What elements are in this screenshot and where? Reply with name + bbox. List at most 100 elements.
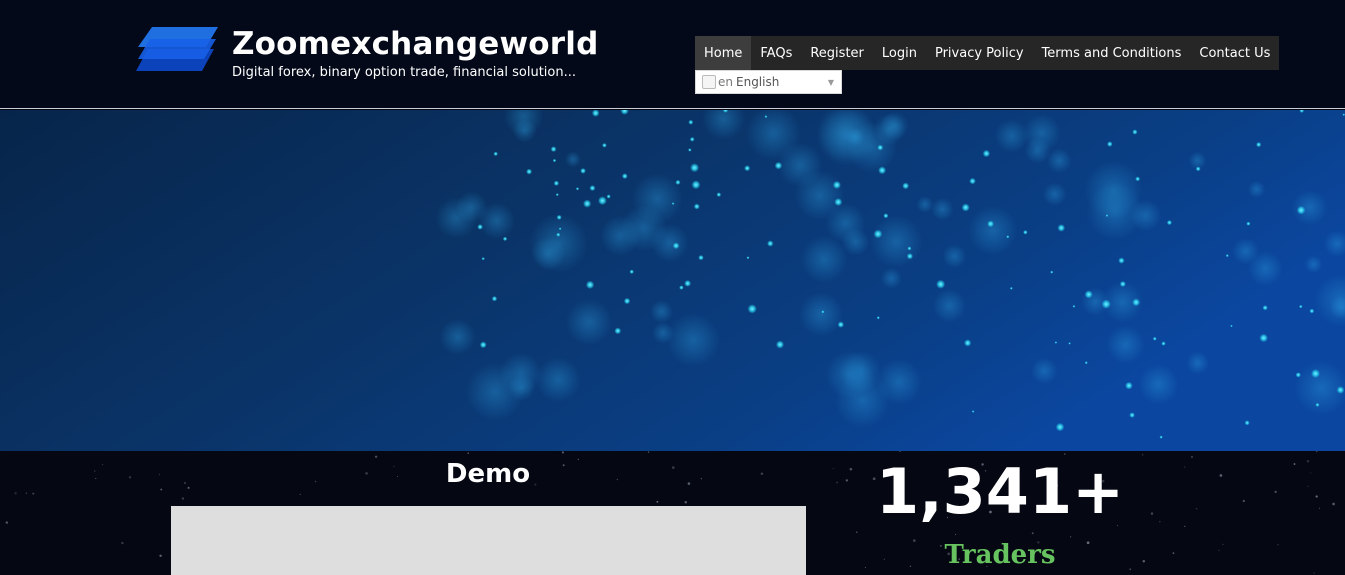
bokeh-glow bbox=[1248, 180, 1266, 198]
star-dot bbox=[1031, 532, 1034, 535]
particle-dot bbox=[969, 177, 976, 185]
star-dot bbox=[1332, 502, 1335, 506]
traders-count: 1,341+ bbox=[875, 455, 1125, 528]
bokeh-glow bbox=[967, 205, 1018, 256]
particle-dot bbox=[493, 151, 498, 157]
star-dot bbox=[1150, 512, 1154, 515]
bokeh-glow bbox=[777, 142, 823, 188]
particle-dot bbox=[679, 285, 684, 290]
bokeh-glow bbox=[650, 300, 674, 324]
star-dot bbox=[955, 534, 957, 536]
star-dot bbox=[684, 501, 687, 504]
particle-dot bbox=[832, 180, 841, 190]
bokeh-glow bbox=[1086, 182, 1144, 240]
particle-dot bbox=[491, 295, 498, 302]
particle-dot bbox=[873, 229, 883, 239]
star-dot bbox=[160, 488, 163, 491]
hero-banner bbox=[0, 110, 1345, 451]
star-dot bbox=[1184, 525, 1186, 527]
particle-dot bbox=[1132, 298, 1141, 307]
particle-dot bbox=[902, 182, 910, 190]
particle-dot bbox=[1054, 341, 1058, 344]
particle-dot bbox=[672, 242, 680, 250]
demo-widget[interactable] bbox=[171, 506, 806, 575]
star-dot bbox=[1274, 490, 1277, 493]
star-dot bbox=[299, 493, 301, 496]
particle-dot bbox=[1118, 257, 1125, 264]
nav-item-faqs[interactable]: FAQs bbox=[751, 36, 801, 70]
site-tagline: Digital forex, binary option trade, fina… bbox=[232, 65, 576, 80]
particle-dot bbox=[1135, 176, 1141, 182]
particle-dot bbox=[698, 254, 704, 261]
particle-dot bbox=[589, 185, 596, 192]
star-dot bbox=[32, 492, 35, 495]
particle-dot bbox=[602, 142, 607, 148]
star-dot bbox=[1222, 543, 1224, 546]
star-dot bbox=[832, 468, 834, 470]
bokeh-glow bbox=[508, 374, 535, 402]
bokeh-glow bbox=[1042, 182, 1067, 206]
particle-dot bbox=[987, 220, 994, 228]
star-dot bbox=[1306, 460, 1310, 463]
bokeh-glow bbox=[869, 215, 923, 269]
particle-dot bbox=[1295, 372, 1301, 378]
particle-dot bbox=[550, 146, 557, 153]
star-dot bbox=[1172, 552, 1175, 554]
stacked-layers-icon[interactable] bbox=[134, 25, 220, 81]
particle-dot bbox=[553, 180, 560, 186]
particle-dot bbox=[746, 256, 750, 260]
particle-dot bbox=[1244, 420, 1250, 426]
particle-dot bbox=[606, 194, 611, 199]
star-dot bbox=[561, 451, 564, 454]
bokeh-glow bbox=[798, 292, 844, 337]
star-dot bbox=[94, 470, 96, 472]
particle-dot bbox=[837, 321, 845, 328]
nav-item-terms-and-conditions[interactable]: Terms and Conditions bbox=[1033, 36, 1191, 70]
nav-item-privacy-policy[interactable]: Privacy Policy bbox=[926, 36, 1033, 70]
bokeh-glow bbox=[1304, 255, 1323, 274]
star-dot bbox=[101, 463, 104, 466]
language-select[interactable]: en English ▼ bbox=[695, 70, 842, 94]
particle-dot bbox=[1159, 435, 1163, 439]
particle-dot bbox=[688, 148, 692, 152]
particle-dot bbox=[597, 196, 607, 206]
particle-dot bbox=[961, 203, 970, 212]
star-dot bbox=[1315, 495, 1318, 498]
nav-item-login[interactable]: Login bbox=[873, 36, 926, 70]
particle-dot bbox=[878, 166, 887, 175]
particle-dot bbox=[1125, 381, 1133, 390]
bokeh-glow bbox=[825, 203, 866, 244]
star-dot bbox=[1313, 572, 1315, 574]
particle-dot bbox=[834, 198, 843, 206]
bokeh-glow bbox=[825, 350, 874, 399]
particle-dot bbox=[1068, 342, 1071, 345]
star-dot bbox=[1184, 466, 1186, 468]
star-dot bbox=[647, 451, 650, 453]
particle-dot bbox=[1296, 205, 1306, 215]
particle-dot bbox=[1107, 141, 1113, 147]
particle-dot bbox=[556, 214, 562, 220]
particle-dot bbox=[877, 144, 884, 151]
particle-dot bbox=[906, 253, 913, 260]
particle-dot bbox=[1055, 422, 1065, 432]
particle-dot bbox=[1152, 336, 1157, 341]
nav-item-register[interactable]: Register bbox=[801, 36, 873, 70]
star-dot bbox=[656, 500, 659, 503]
particle-dot bbox=[876, 316, 880, 320]
particle-dot bbox=[971, 410, 975, 413]
nav-item-contact-us[interactable]: Contact Us bbox=[1190, 36, 1279, 70]
star-dot bbox=[845, 479, 849, 482]
bokeh-glow bbox=[1024, 137, 1051, 164]
particle-dot bbox=[583, 199, 592, 208]
star-dot bbox=[1310, 472, 1312, 474]
particle-dot bbox=[580, 167, 586, 174]
bokeh-glow bbox=[932, 289, 967, 323]
particle-dot bbox=[693, 203, 700, 210]
site-title[interactable]: Zoomexchangeworld bbox=[232, 26, 599, 62]
star-dot bbox=[1307, 485, 1309, 488]
star-dot bbox=[25, 492, 27, 494]
bokeh-glow bbox=[994, 119, 1029, 153]
star-dot bbox=[1219, 474, 1223, 477]
flag-icon bbox=[702, 75, 716, 89]
nav-item-home[interactable]: Home bbox=[695, 36, 752, 70]
